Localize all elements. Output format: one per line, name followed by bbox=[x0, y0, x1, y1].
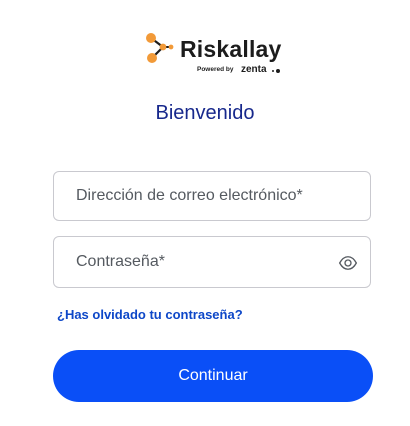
powered-by-label: Powered by bbox=[197, 66, 234, 73]
zenta-dots-icon bbox=[271, 69, 280, 73]
email-field-container bbox=[53, 171, 371, 221]
zenta-logo-text: zenta bbox=[240, 64, 267, 75]
brand-name: Riskallay bbox=[180, 36, 282, 62]
riskallay-logo-icon bbox=[146, 33, 174, 63]
powered-by-row: Powered by zenta bbox=[197, 64, 281, 76]
password-input[interactable] bbox=[54, 237, 370, 287]
email-input[interactable] bbox=[54, 172, 370, 220]
brand-logo: Riskallay Powered by zenta bbox=[0, 30, 410, 76]
welcome-title: Bienvenido bbox=[155, 102, 255, 124]
continue-button[interactable]: Continuar bbox=[53, 350, 373, 402]
eye-icon[interactable] bbox=[338, 253, 358, 273]
forgot-password-link[interactable]: ¿Has olvidado tu contraseña? bbox=[57, 307, 243, 322]
password-field-container bbox=[53, 236, 371, 288]
